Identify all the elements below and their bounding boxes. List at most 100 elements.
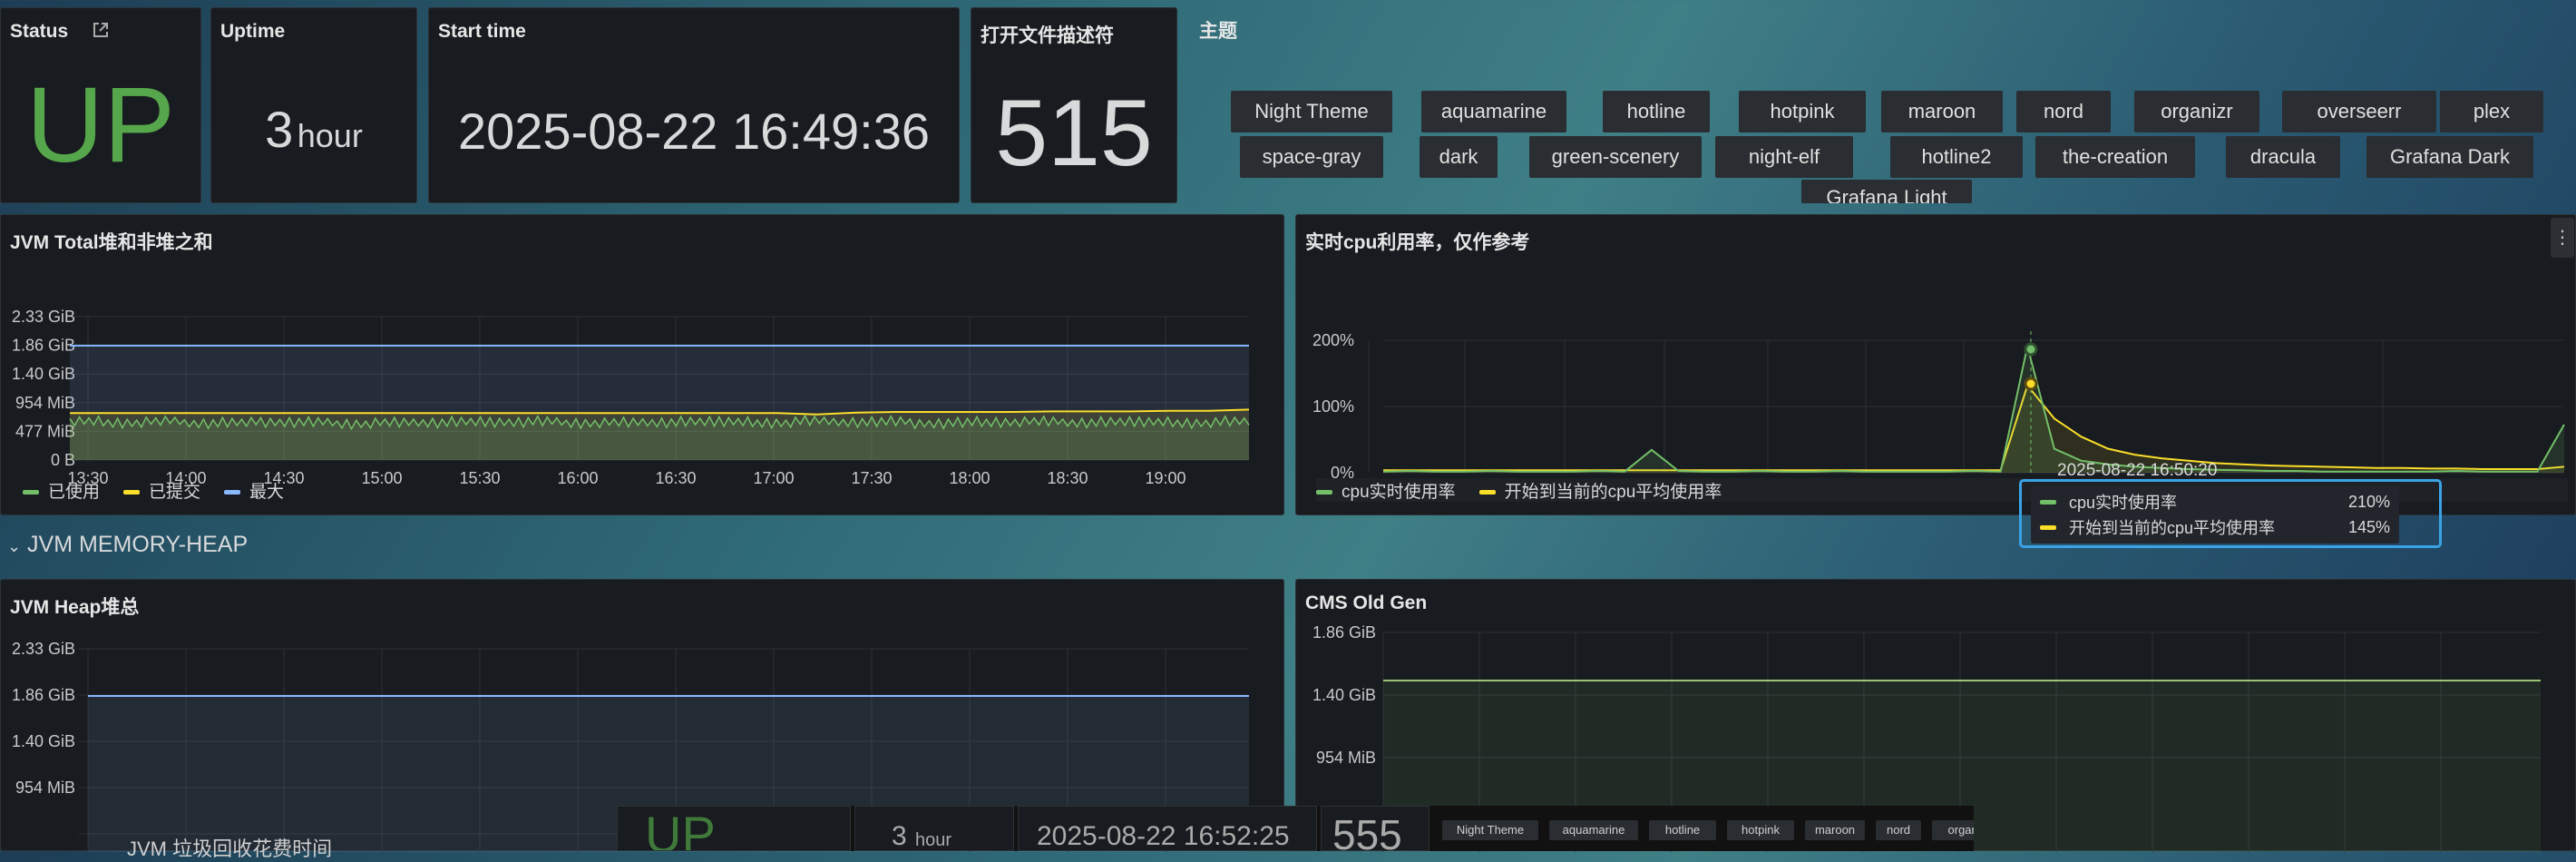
open-files-panel: 打开文件描述符 515 bbox=[971, 7, 1177, 203]
start-time-value: 2025-08-22 16:49:36 bbox=[458, 103, 930, 160]
uptime-title: Uptime bbox=[220, 21, 286, 42]
legend-cpu-realtime[interactable]: cpu实时使用率 bbox=[1316, 478, 1456, 503]
start-time-title: Start time bbox=[438, 21, 526, 42]
y-tick-label: 954 MiB bbox=[15, 779, 75, 797]
theme-button-hotpink[interactable]: hotpink bbox=[1739, 91, 1866, 132]
x-tick-label: 18:30 bbox=[1047, 469, 1088, 487]
overlay-theme-button: aquamarine bbox=[1549, 820, 1638, 840]
tooltip-row-value: 210% bbox=[2347, 492, 2390, 511]
hover-point-average bbox=[2024, 377, 2038, 391]
cpu-tooltip-body: cpu实时使用率 210% 开始到当前的cpu平均使用率 145% bbox=[2031, 485, 2399, 544]
overlay-theme-button: Night Theme bbox=[1442, 820, 1538, 840]
tooltip-row: 开始到当前的cpu平均使用率 145% bbox=[2040, 514, 2390, 540]
x-tick-label: 16:30 bbox=[655, 469, 696, 487]
y-tick-label: 477 MiB bbox=[15, 422, 75, 440]
overlay-thumbnail: UP 3 hour 2025-08-22 16:52:25 555 Night … bbox=[617, 806, 1974, 851]
theme-button-space-gray[interactable]: space-gray bbox=[1240, 136, 1383, 178]
hover-point-realtime bbox=[2024, 342, 2038, 357]
x-tick-label: 17:30 bbox=[851, 469, 892, 487]
open-files-value: 515 bbox=[995, 81, 1153, 186]
cut-off-panel-title: JVM 垃圾回收花费时间 bbox=[127, 838, 333, 860]
y-tick-label: 1.40 GiB bbox=[12, 732, 75, 750]
y-tick-label: 954 MiB bbox=[1316, 749, 1376, 767]
theme-button-overseerr[interactable]: overseerr bbox=[2282, 91, 2436, 132]
theme-button-night-elf[interactable]: night-elf bbox=[1715, 136, 1853, 178]
overlay-uptime: 3 bbox=[892, 821, 907, 851]
cpu-tooltip-time: 2025-08-22 16:50:20 bbox=[2057, 461, 2218, 480]
overlay-theme-button: nord bbox=[1876, 820, 1921, 840]
x-tick-label: 19:00 bbox=[1145, 469, 1186, 487]
theme-button-plex[interactable]: plex bbox=[2440, 91, 2543, 132]
uptime-panel: Uptime 3 hour bbox=[210, 7, 417, 203]
x-tick-label: 15:00 bbox=[361, 469, 402, 487]
theme-button-hotline[interactable]: hotline bbox=[1603, 91, 1710, 132]
theme-button-dark[interactable]: dark bbox=[1420, 136, 1498, 178]
y-tick-label: 1.40 GiB bbox=[12, 365, 75, 383]
theme-button-organizr[interactable]: organizr bbox=[2134, 91, 2259, 132]
overlay-open-files: 555 bbox=[1332, 811, 1402, 851]
x-tick-label: 15:30 bbox=[459, 469, 500, 487]
x-tick-label: 18:00 bbox=[949, 469, 990, 487]
legend-used[interactable]: 已使用 bbox=[23, 478, 100, 503]
y-tick-label: 200% bbox=[1312, 331, 1354, 349]
theme-button-nord[interactable]: nord bbox=[2016, 91, 2111, 132]
cpu-chart[interactable]: 200%100%0%13:3014:0014:3015:0015:3016:00… bbox=[1296, 242, 2576, 505]
series-line-cpu-realtime bbox=[1382, 346, 2565, 473]
cpu-panel: 实时cpu利用率，仅作参考 200%100%0%13:3014:0014:301… bbox=[1295, 214, 2576, 515]
x-tick-label: 17:00 bbox=[753, 469, 794, 487]
theme-button-grafana-light[interactable]: Grafana Light bbox=[1801, 180, 1972, 203]
series-area-cpu-realtime bbox=[1383, 346, 2564, 473]
y-tick-label: 100% bbox=[1312, 397, 1354, 416]
theme-button-green-scenery[interactable]: green-scenery bbox=[1529, 136, 1702, 178]
chevron-down-icon: ⌄ bbox=[7, 537, 22, 555]
y-tick-label: 1.40 GiB bbox=[1312, 686, 1376, 704]
theme-button-maroon[interactable]: maroon bbox=[1881, 91, 2003, 132]
jvm-total-chart[interactable]: 2.33 GiB1.86 GiB1.40 GiB954 MiB477 MiB0 … bbox=[1, 242, 1285, 505]
jvm-total-legend: 已使用 已提交 最大 bbox=[23, 478, 284, 503]
tooltip-row-name: cpu实时使用率 bbox=[2069, 494, 2178, 512]
theme-button-dracula[interactable]: dracula bbox=[2226, 136, 2340, 178]
open-files-title: 打开文件描述符 bbox=[981, 25, 1114, 46]
y-tick-label: 954 MiB bbox=[15, 394, 75, 412]
y-tick-label: 2.33 GiB bbox=[12, 308, 75, 326]
legend-committed[interactable]: 已提交 bbox=[123, 478, 200, 503]
panel-menu-icon[interactable]: ⋮ bbox=[2551, 218, 2574, 258]
theme-button-hotline2[interactable]: hotline2 bbox=[1890, 136, 2023, 178]
legend-max[interactable]: 最大 bbox=[224, 478, 284, 503]
x-tick-label: 16:00 bbox=[557, 469, 598, 487]
y-tick-label: 1.86 GiB bbox=[1312, 623, 1376, 642]
status-title: Status bbox=[10, 21, 69, 42]
jvm-total-panel: JVM Total堆和非堆之和 2.33 GiB 1.86 GiB 1.40 GiB… bbox=[0, 214, 1284, 515]
cpu-tooltip: cpu实时使用率 210% 开始到当前的cpu平均使用率 145% bbox=[2019, 479, 2442, 548]
overlay-start-time: 2025-08-22 16:52:25 bbox=[1037, 821, 1290, 851]
row-header-jvm-memory-heap[interactable]: ⌄ JVM MEMORY-HEAP bbox=[7, 532, 248, 558]
theme-button-aquamarine[interactable]: aquamarine bbox=[1421, 91, 1566, 132]
cms-title: CMS Old Gen bbox=[1305, 593, 1428, 613]
uptime-unit: hour bbox=[297, 117, 363, 154]
external-link-icon[interactable] bbox=[92, 21, 110, 39]
start-time-panel: Start time 2025-08-22 16:49:36 bbox=[428, 7, 960, 203]
series-line-cpu-average bbox=[1383, 383, 2565, 472]
legend-cpu-average[interactable]: 开始到当前的cpu平均使用率 bbox=[1478, 478, 1722, 503]
y-tick-label: 2.33 GiB bbox=[12, 640, 75, 658]
overlay-theme-button: hotline bbox=[1649, 820, 1716, 840]
overlay-theme-button: maroon bbox=[1805, 820, 1865, 840]
theme-button-the-creation[interactable]: the-creation bbox=[2035, 136, 2195, 178]
overlay-theme-button: hotpink bbox=[1727, 820, 1794, 840]
y-tick-label: 1.86 GiB bbox=[12, 337, 75, 355]
y-tick-label: 1.86 GiB bbox=[12, 686, 75, 704]
series-area-cpu-average bbox=[1383, 385, 2564, 473]
tooltip-row-name: 开始到当前的cpu平均使用率 bbox=[2069, 519, 2276, 537]
theme-title: 主题 bbox=[1199, 21, 1237, 42]
overlay-uptime-unit: hour bbox=[915, 830, 952, 850]
overlay-theme-button: organizr bbox=[1932, 820, 1974, 840]
tooltip-row-value: 145% bbox=[2347, 517, 2390, 536]
status-panel: Status UP bbox=[0, 7, 201, 203]
tooltip-row: cpu实时使用率 210% bbox=[2040, 489, 2390, 514]
theme-button-grafana-dark[interactable]: Grafana Dark bbox=[2366, 136, 2533, 178]
uptime-number: 3 bbox=[265, 101, 294, 158]
theme-button-night-theme[interactable]: Night Theme bbox=[1231, 91, 1392, 132]
status-value: UP bbox=[26, 65, 175, 185]
uptime-value: 3 hour bbox=[211, 104, 416, 155]
overlay-status: UP bbox=[645, 806, 716, 851]
